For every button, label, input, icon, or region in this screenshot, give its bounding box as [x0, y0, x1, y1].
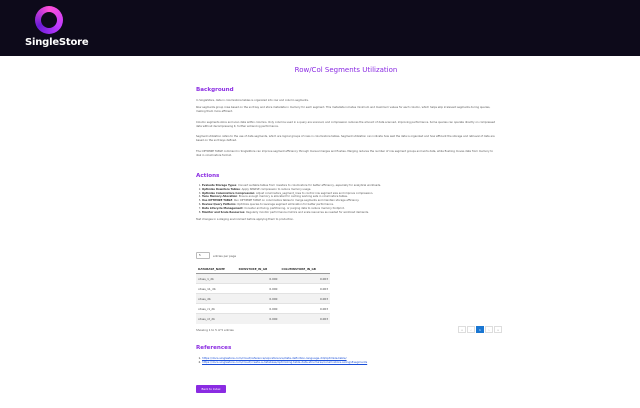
- table-cell: 0.003: [279, 283, 330, 294]
- table-cell: 0.000: [236, 303, 280, 314]
- column-header[interactable]: DATABASE_NAME: [196, 264, 237, 274]
- first-page-button[interactable]: «: [458, 326, 466, 333]
- next-page-button[interactable]: ›: [485, 326, 493, 333]
- table-cell: cdsss_11_db: [196, 283, 237, 294]
- reference-item: https://docs.singlestore.com/cloud/creat…: [202, 360, 367, 364]
- page-1-button[interactable]: 1: [476, 326, 484, 333]
- background-heading: Background: [196, 87, 234, 93]
- table-cell: 0.003: [279, 313, 330, 324]
- background-paragraph: The OPTIMIZE TABLE command in SingleStor…: [196, 150, 493, 157]
- pagination: « ‹ 1 › »: [458, 326, 502, 333]
- segments-table: DATABASE_NAME ROWSTORE_IN_GB COLUMNSTORE…: [196, 264, 330, 324]
- last-page-button[interactable]: »: [494, 326, 502, 333]
- entries-control: 5 entries per page: [196, 252, 236, 259]
- background-paragraph: Segment utilization refers to the use of…: [196, 135, 495, 142]
- table-cell: 0.000: [236, 283, 280, 294]
- actions-note: Test changes in a staging environment be…: [196, 218, 294, 221]
- table-row: cdsss_r2_db 0.000 0.003: [196, 313, 330, 324]
- entries-label: entries per page: [213, 253, 237, 258]
- table-row: cdsss_11_db 0.000 0.003: [196, 283, 330, 294]
- background-paragraph: Row segments group rows based on the sor…: [196, 106, 491, 113]
- column-header[interactable]: ROWSTORE_IN_GB: [236, 264, 280, 274]
- table-cell: 0.000: [236, 273, 280, 284]
- table-row: cdsss_r1_db 0.000 0.003: [196, 303, 330, 314]
- reference-link[interactable]: https://docs.singlestore.com/cloud/creat…: [202, 360, 367, 364]
- action-item: Monitor and Scale Resources: Regularly m…: [202, 211, 496, 215]
- prev-page-button[interactable]: ‹: [467, 326, 475, 333]
- page-title: Row/Col Segments Utilization: [294, 66, 398, 74]
- header: SingleStore: [0, 0, 640, 56]
- actions-heading: Actions: [196, 173, 220, 179]
- table-cell: 0.003: [279, 273, 330, 284]
- background-paragraph: Column segments store and scan data with…: [196, 121, 496, 128]
- table-cell: cdsss_r1_db: [196, 303, 237, 314]
- table-cell: 0.003: [279, 303, 330, 314]
- table-info: Showing 1 to 5 of 5 entries: [196, 328, 234, 332]
- table-row: cdsss_1_db 0.000 0.003: [196, 273, 330, 284]
- table-cell: 0.000: [236, 293, 280, 304]
- column-header[interactable]: COLUMNSTORE_IN_GB: [279, 264, 330, 274]
- brand-name[interactable]: SingleStore: [25, 37, 89, 48]
- table-row: cdsss_db 0.000 0.003: [196, 293, 330, 304]
- page-size-select[interactable]: 5: [196, 252, 210, 259]
- singlestore-logo-icon[interactable]: [35, 6, 63, 34]
- table-header-row: DATABASE_NAME ROWSTORE_IN_GB COLUMNSTORE…: [196, 264, 330, 274]
- actions-list: Evaluate Storage Types: Convert suitable…: [202, 184, 496, 214]
- background-paragraph: In SingleStore, data in columnstore tabl…: [196, 99, 309, 102]
- references-list: https://docs.singlestore.com/cloud/refer…: [202, 356, 367, 365]
- reference-link[interactable]: https://docs.singlestore.com/cloud/refer…: [202, 356, 347, 360]
- table-cell: cdsss_1_db: [196, 273, 237, 284]
- table-cell: cdsss_db: [196, 293, 237, 304]
- table-cell: 0.000: [236, 313, 280, 324]
- table-cell: 0.003: [279, 293, 330, 304]
- table-cell: cdsss_r2_db: [196, 313, 237, 324]
- back-to-index-button[interactable]: Back to Index: [196, 385, 226, 393]
- references-heading: References: [196, 345, 232, 351]
